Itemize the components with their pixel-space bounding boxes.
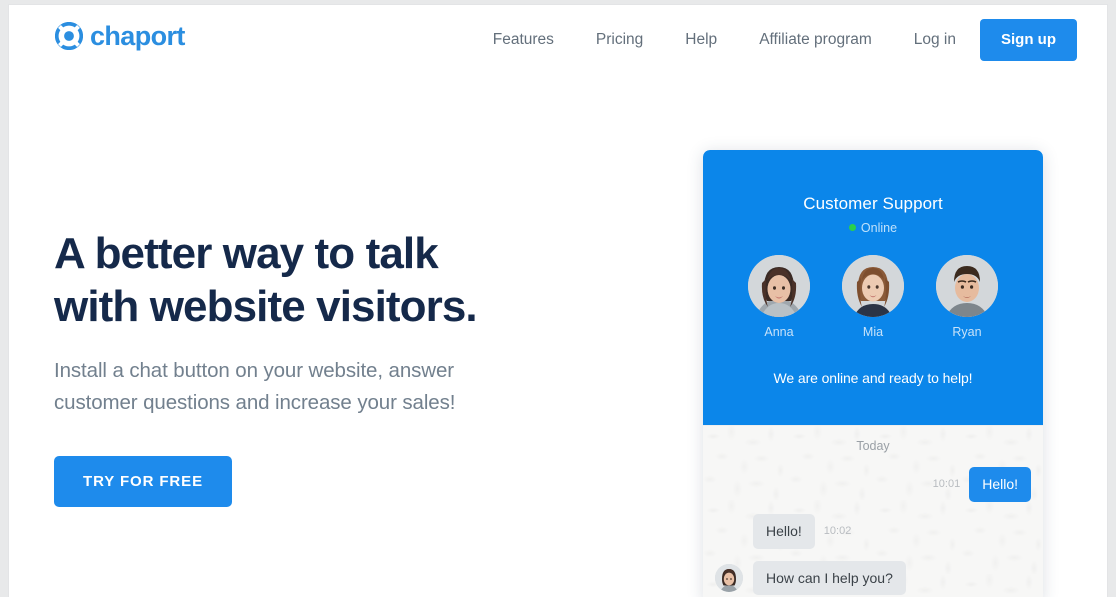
nav-item-affiliate-program[interactable]: Affiliate program [738,19,893,61]
chat-widget-title: Customer Support [803,194,943,213]
brand-name: chaport [90,20,185,51]
hero-title-line-1: A better way to talk [54,229,439,278]
try-for-free-button[interactable]: TRY FOR FREE [54,456,232,507]
agent-mia[interactable]: Mia [842,255,904,339]
agent-name: Mia [862,325,884,339]
agents-list: Anna Mia Ryan [703,255,1043,339]
welcome-message: We are online and ready to help! [773,370,973,386]
hero-title: A better way to talk with website visito… [54,227,574,333]
avatar [936,255,998,317]
brand-logo[interactable]: chaport [54,20,185,51]
page-frame: chaport Features Pricing Help Affiliate … [8,4,1108,597]
chat-message-incoming: How can I help you? [703,560,1043,596]
chat-message-list[interactable]: Today 10:01 Hello! Hello! 10:02 How can … [703,425,1043,597]
chat-widget-header: Customer Support Online Anna Mia Ryan We… [703,150,1043,425]
lifebuoy-icon [54,21,84,51]
chat-widget-status: Online [703,221,1043,235]
main-navigation: Features Pricing Help Affiliate program … [472,19,1077,61]
message-bubble: How can I help you? [753,560,906,596]
hero-subtitle-line-2: customer questions and increase your sal… [54,391,456,414]
hero-title-line-2: with website visitors. [54,282,478,331]
avatar [748,255,810,317]
agent-name: Anna [764,325,794,339]
nav-item-features[interactable]: Features [472,19,575,61]
hero-subtitle-line-1: Install a chat button on your website, a… [54,359,455,382]
site-header: chaport Features Pricing Help Affiliate … [9,5,1107,75]
sign-up-button[interactable]: Sign up [980,19,1077,61]
avatar-placeholder [715,517,743,545]
nav-item-log-in[interactable]: Log in [893,19,980,61]
hero-subtitle: Install a chat button on your website, a… [54,355,574,419]
online-status-label: Online [860,221,898,235]
agent-ryan[interactable]: Ryan [936,255,998,339]
chat-message-outgoing: 10:01 Hello! [703,467,1043,502]
chat-widget[interactable]: Customer Support Online Anna Mia Ryan We… [703,150,1043,597]
avatar [842,255,904,317]
day-divider: Today [856,439,890,453]
online-status-dot [848,224,856,231]
agent-name: Ryan [952,325,982,339]
avatar [715,563,743,592]
nav-item-help[interactable]: Help [664,19,738,61]
message-timestamp: 10:01 [932,478,961,491]
message-bubble: Hello! [753,513,815,549]
hero-section: A better way to talk with website visito… [54,227,574,507]
agent-anna[interactable]: Anna [748,255,810,339]
chat-message-incoming: Hello! 10:02 [703,513,1043,549]
message-timestamp: 10:02 [823,525,852,538]
nav-item-pricing[interactable]: Pricing [575,19,664,61]
message-bubble: Hello! [969,467,1031,502]
